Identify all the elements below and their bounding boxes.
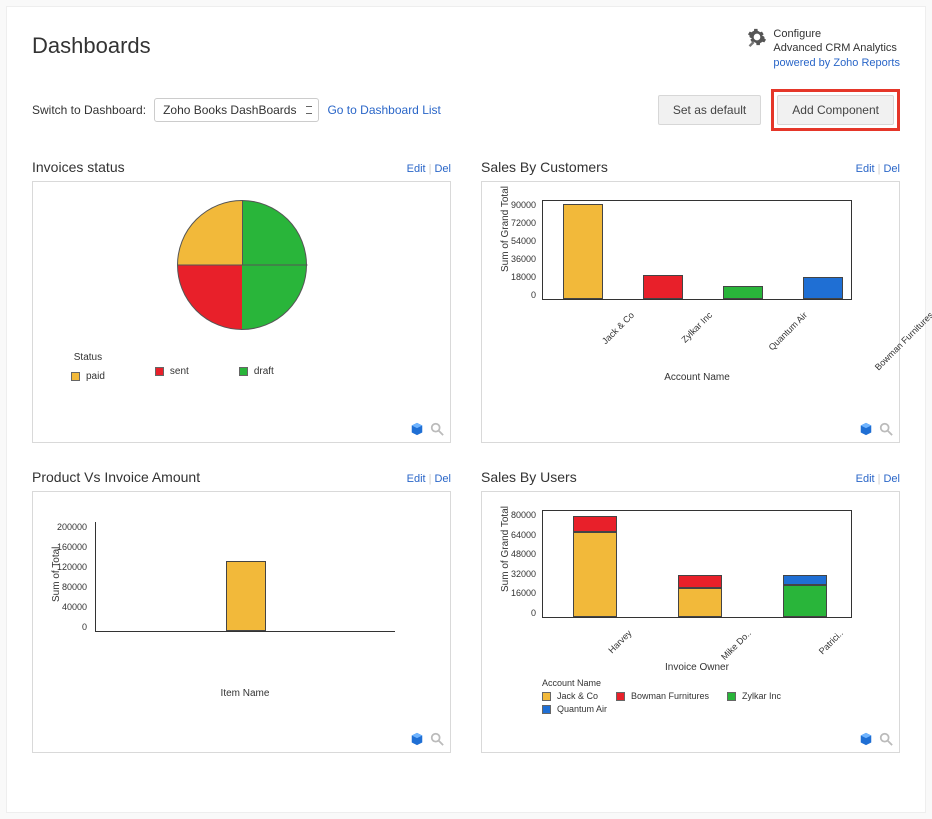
legend-item: Bowman Furnitures — [616, 691, 709, 701]
legend-title: Account Name — [542, 678, 872, 688]
plot-area — [542, 510, 852, 618]
pie-chart — [177, 200, 307, 330]
bar-1-seg2 — [573, 516, 617, 532]
bar-3 — [723, 286, 763, 299]
cube-icon[interactable] — [859, 732, 873, 746]
del-link[interactable]: Del — [883, 163, 900, 175]
card-invoices-status: Invoices status Edit|Del Status paid sen… — [32, 159, 451, 443]
bar-1-seg1 — [573, 532, 617, 617]
chart-sales-users: Sum of Grand Total 80000 64000 48000 320… — [481, 491, 900, 753]
y-ticks: 80000 64000 48000 32000 16000 0 — [506, 510, 540, 618]
zoom-icon[interactable] — [879, 422, 893, 436]
bar-3-seg2 — [783, 575, 827, 586]
y-ticks: 200000 160000 120000 80000 40000 0 — [57, 522, 91, 632]
legend-title: Status — [71, 352, 105, 363]
x-cat: Zylkar Inc — [679, 310, 714, 345]
cube-icon[interactable] — [410, 422, 424, 436]
x-axis-label: Account Name — [542, 372, 852, 383]
plot-area — [95, 522, 395, 632]
powered-link[interactable]: powered by Zoho Reports — [773, 57, 900, 69]
legend-item-draft: draft — [239, 366, 274, 377]
card-sales-users: Sales By Users Edit|Del Sum of Grand Tot… — [481, 469, 900, 753]
legend-item: Jack & Co — [542, 691, 598, 701]
page-title: Dashboards — [32, 33, 151, 59]
zoom-icon[interactable] — [430, 732, 444, 746]
chart-product-invoice: Sum of Total 200000 160000 120000 80000 … — [32, 491, 451, 753]
legend: Account Name Jack & Co Bowman Furnitures… — [542, 678, 872, 714]
bar-1 — [226, 561, 266, 631]
switch-label: Switch to Dashboard: — [32, 103, 146, 117]
legend-item: Zylkar Inc — [727, 691, 781, 701]
plot-area — [542, 200, 852, 300]
edit-link[interactable]: Edit — [407, 473, 426, 485]
x-cat: Patrici.. — [817, 628, 845, 656]
edit-link[interactable]: Edit — [856, 473, 875, 485]
x-axis-label: Item Name — [95, 688, 395, 699]
edit-link[interactable]: Edit — [407, 163, 426, 175]
edit-link[interactable]: Edit — [856, 163, 875, 175]
dashboard-select[interactable]: Zoho Books DashBoards — [154, 98, 319, 122]
card-sales-customers: Sales By Customers Edit|Del Sum of Grand… — [481, 159, 900, 443]
set-default-button[interactable]: Set as default — [658, 95, 761, 125]
card-title: Invoices status — [32, 159, 125, 175]
chart-sales-customers: Sum of Grand Total 90000 72000 54000 360… — [481, 181, 900, 443]
del-link[interactable]: Del — [883, 473, 900, 485]
bar-2-seg2 — [678, 575, 722, 589]
zoom-icon[interactable] — [879, 732, 893, 746]
x-cat: Mike Do.. — [719, 628, 753, 662]
chart-invoices-status: Status paid sent draft — [32, 181, 451, 443]
add-component-button[interactable]: Add Component — [777, 95, 894, 125]
del-link[interactable]: Del — [434, 163, 451, 175]
page: Dashboards Configure Advanced CRM Analyt… — [6, 6, 926, 813]
x-cat: Bowman Furnitures — [873, 310, 932, 372]
bar-2 — [643, 275, 683, 299]
bar-2-seg1 — [678, 588, 722, 617]
dashboard-list-link[interactable]: Go to Dashboard List — [327, 103, 440, 117]
card-product-invoice: Product Vs Invoice Amount Edit|Del Sum o… — [32, 469, 451, 753]
card-title: Sales By Users — [481, 469, 577, 485]
card-title: Sales By Customers — [481, 159, 608, 175]
add-component-highlight: Add Component — [771, 89, 900, 131]
legend-item-paid: paid — [71, 371, 105, 382]
configure-line2: Advanced CRM Analytics — [773, 41, 900, 55]
cube-icon[interactable] — [859, 422, 873, 436]
bar-4 — [803, 277, 843, 299]
configure-line1: Configure — [773, 27, 900, 41]
configure-block[interactable]: Configure Advanced CRM Analytics powered… — [747, 27, 900, 70]
x-cat: Jack & Co — [600, 310, 636, 346]
configure-icon — [747, 27, 767, 47]
cube-icon[interactable] — [410, 732, 424, 746]
del-link[interactable]: Del — [434, 473, 451, 485]
x-cat: Quantum Air — [767, 310, 809, 352]
y-ticks: 90000 72000 54000 36000 18000 0 — [506, 200, 540, 300]
legend-item-sent: sent — [155, 366, 189, 377]
legend-item: Quantum Air — [542, 704, 607, 714]
bar-3-seg1 — [783, 585, 827, 617]
x-axis-label: Invoice Owner — [542, 662, 852, 673]
bar-1 — [563, 204, 603, 299]
x-cat: Harvey — [606, 628, 633, 655]
card-title: Product Vs Invoice Amount — [32, 469, 200, 485]
zoom-icon[interactable] — [430, 422, 444, 436]
